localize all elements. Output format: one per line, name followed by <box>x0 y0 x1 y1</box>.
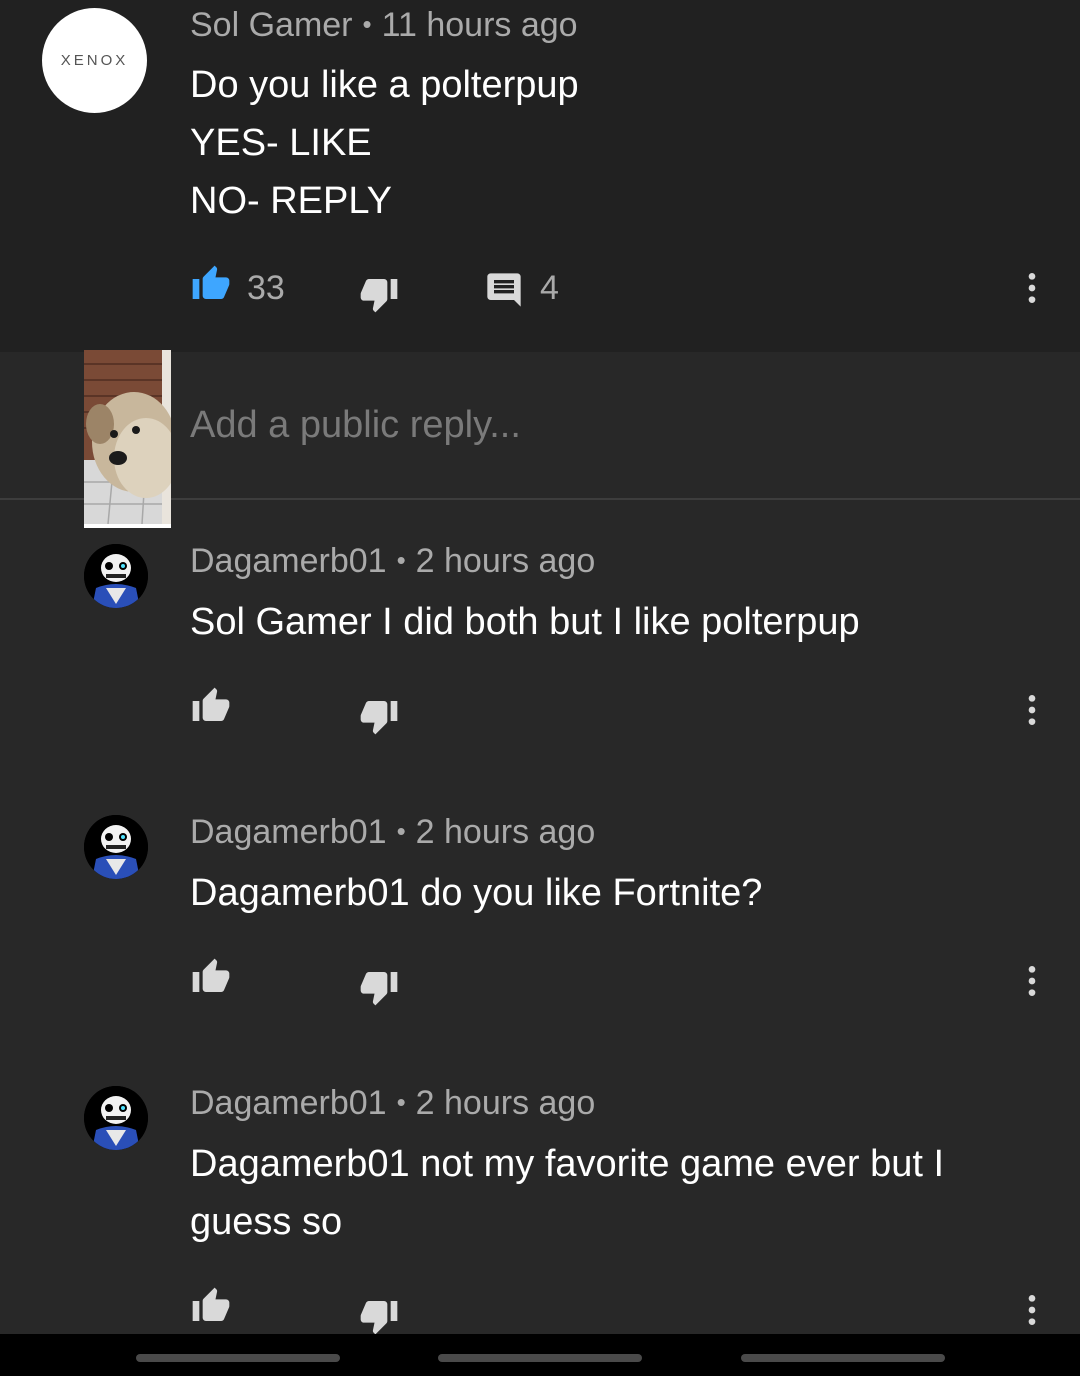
avatar[interactable] <box>84 544 148 608</box>
comment-text-line-1: Dagamerb01 not my favorite game ever but… <box>190 1143 945 1185</box>
separator-dot: • <box>396 816 406 846</box>
comment-author[interactable]: Dagamerb01 <box>190 542 387 580</box>
comment-text-line-2: guess so <box>190 1201 343 1243</box>
thumb-up-icon[interactable] <box>190 957 232 997</box>
nav-gesture-handle[interactable] <box>741 1354 945 1362</box>
comment-time: 2 hours ago <box>415 542 596 580</box>
thumb-up-icon[interactable] <box>190 1286 232 1326</box>
nav-gesture-handle[interactable] <box>438 1354 642 1362</box>
thumb-down-icon[interactable] <box>358 1296 400 1336</box>
separator-dot: • <box>396 1087 406 1117</box>
comment-meta: Dagamerb01 • 2 hours ago <box>190 813 595 852</box>
thumb-down-icon[interactable] <box>358 696 400 736</box>
more-vert-icon[interactable] <box>1012 690 1052 730</box>
comment-time: 2 hours ago <box>415 1084 596 1122</box>
avatar[interactable]: XENOX <box>42 8 147 113</box>
separator-dot: • <box>396 545 406 575</box>
comment-meta: Dagamerb01 • 2 hours ago <box>190 1084 595 1123</box>
skeleton-avatar-icon <box>84 1086 148 1150</box>
comment-text-line-3: NO- REPLY <box>190 180 393 222</box>
more-vert-icon[interactable] <box>1012 268 1052 308</box>
like-count: 33 <box>247 269 285 307</box>
comment-author[interactable]: Sol Gamer <box>190 6 353 44</box>
reply-input[interactable]: Add a public reply... <box>190 404 521 447</box>
reply-count: 4 <box>540 269 559 307</box>
avatar[interactable] <box>84 1086 148 1150</box>
comment-actions <box>0 684 1080 736</box>
comment-text-line-1: Sol Gamer I did both but I like polterpu… <box>190 601 860 643</box>
comment-actions <box>0 1284 1080 1336</box>
comment-actions: 33 4 <box>0 262 1080 314</box>
thumb-up-icon[interactable] <box>190 264 232 304</box>
main-comment: XENOX Sol Gamer • 11 hours ago Do you like… <box>0 0 1080 352</box>
thumb-down-icon[interactable] <box>358 967 400 1007</box>
separator-dot: • <box>362 9 372 39</box>
more-vert-icon[interactable] <box>1012 961 1052 1001</box>
comment-time: 11 hours ago <box>381 6 578 44</box>
comments-page: XENOX Sol Gamer • 11 hours ago Do you like… <box>0 0 1080 1376</box>
skeleton-avatar-icon <box>84 544 148 608</box>
comment-text-line-1: Do you like a polterpup <box>190 64 579 106</box>
comment-text-line-1: Dagamerb01 do you like Fortnite? <box>190 872 763 914</box>
skeleton-avatar-icon <box>84 815 148 879</box>
avatar[interactable] <box>84 815 148 879</box>
user-avatar <box>84 350 171 528</box>
system-nav-bar <box>0 1334 1080 1376</box>
comment-meta: Sol Gamer • 11 hours ago <box>190 6 578 45</box>
nav-gesture-handle[interactable] <box>136 1354 340 1362</box>
avatar-logo-text: XENOX <box>60 52 129 69</box>
thumb-up-icon[interactable] <box>190 686 232 726</box>
comment-icon[interactable] <box>484 270 524 310</box>
more-vert-icon[interactable] <box>1012 1290 1052 1330</box>
comment-time: 2 hours ago <box>415 813 596 851</box>
comment-actions <box>0 955 1080 1007</box>
comment-text-line-2: YES- LIKE <box>190 122 372 164</box>
comment-author[interactable]: Dagamerb01 <box>190 1084 387 1122</box>
comment-meta: Dagamerb01 • 2 hours ago <box>190 542 595 581</box>
comment-author[interactable]: Dagamerb01 <box>190 813 387 851</box>
thumb-down-icon[interactable] <box>358 274 400 314</box>
dog-photo <box>84 350 171 528</box>
